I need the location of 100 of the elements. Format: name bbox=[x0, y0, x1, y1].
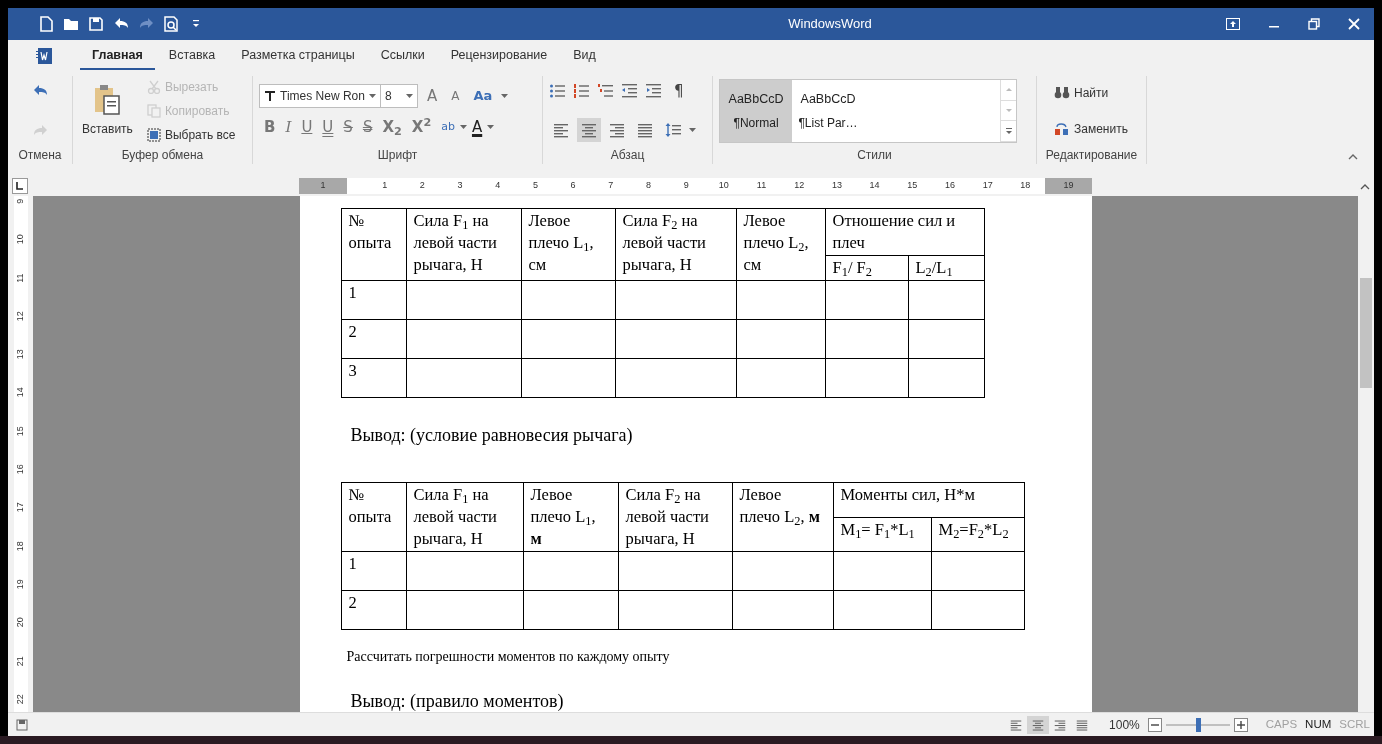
folder-icon[interactable] bbox=[63, 16, 79, 32]
bulleted-list-icon[interactable] bbox=[549, 83, 565, 99]
format-button[interactable]: ab bbox=[436, 116, 460, 138]
collapse-ribbon-icon[interactable] bbox=[1348, 154, 1358, 160]
copy-icon bbox=[146, 104, 161, 118]
format-button[interactable]: U bbox=[317, 116, 339, 138]
caret-icon[interactable] bbox=[689, 128, 696, 132]
ribbon-button[interactable]: Выбрать все bbox=[143, 125, 239, 145]
font-size-field[interactable]: 8 bbox=[380, 84, 418, 108]
paste-button[interactable]: Вставить bbox=[79, 83, 136, 139]
zoom-slider[interactable] bbox=[1195, 717, 1201, 732]
table-header-cell: Сила F$_{2}$ на левой части рычага, Н bbox=[618, 482, 732, 552]
table-header-cell: Сила F$_{2}$ на левой части рычага, Н bbox=[615, 208, 736, 281]
justify-icon bbox=[1076, 718, 1089, 731]
table-header-cell: Отношение сил и плеч bbox=[825, 208, 984, 256]
select-all-icon bbox=[146, 128, 161, 142]
table-header-cell: Левое плечо L$_{1}$, см bbox=[521, 208, 615, 281]
align-button[interactable] bbox=[577, 118, 601, 142]
caret-icon[interactable] bbox=[487, 125, 495, 129]
group-label: Буфер обмена bbox=[120, 147, 205, 164]
zoom-level: 100% bbox=[1109, 716, 1140, 734]
caret-icon[interactable] bbox=[459, 125, 467, 129]
table-header-cell: Сила F$_{1}$ на левой части рычага, Н bbox=[406, 482, 523, 552]
replace-icon bbox=[1054, 121, 1070, 137]
caret-icon[interactable] bbox=[501, 94, 509, 98]
vertical-ruler: 9 10 11 12 13 14 15 16 17 18 19 20 21 22 bbox=[13, 196, 28, 712]
status-indicator: SCRL bbox=[1338, 716, 1371, 732]
multilevel-list-icon[interactable] bbox=[597, 83, 613, 99]
table-header-cell: № опыта bbox=[341, 482, 406, 552]
group-label: Редактирование bbox=[1044, 147, 1139, 164]
font-size-button[interactable]: A bbox=[446, 85, 465, 107]
close-icon[interactable] bbox=[1348, 18, 1360, 30]
table-header-cell: № опыта bbox=[341, 208, 406, 281]
font-size-button[interactable]: A bbox=[422, 85, 443, 107]
status-indicator: NUM bbox=[1304, 716, 1333, 732]
ribbon-button[interactable]: Заменить bbox=[1051, 119, 1131, 139]
print-preview-icon[interactable] bbox=[163, 16, 179, 32]
format-button[interactable]: S bbox=[338, 116, 358, 138]
conclusion-text: Вывод: (условие равновесия рычага) bbox=[350, 425, 633, 445]
ribbon-tab[interactable]: Ссылки bbox=[368, 41, 437, 71]
numbered-list-icon[interactable] bbox=[573, 83, 589, 99]
align-button[interactable] bbox=[1027, 715, 1050, 734]
clipboard-icon bbox=[93, 84, 122, 116]
table-cell: 1 bbox=[341, 551, 406, 591]
style-option[interactable]: AaBbCcD ¶Normal bbox=[720, 80, 792, 142]
scroll-up-icon[interactable] bbox=[1360, 183, 1370, 190]
ribbon-tab[interactable]: Главная bbox=[80, 41, 155, 71]
format-button[interactable]: X$_{2}$ bbox=[377, 116, 407, 138]
new-document-icon[interactable] bbox=[38, 16, 54, 32]
save-icon[interactable] bbox=[88, 16, 104, 32]
font-size-button[interactable]: Aa bbox=[468, 85, 498, 107]
caret-icon[interactable] bbox=[406, 94, 413, 98]
format-button[interactable]: U bbox=[296, 116, 318, 138]
align-left-icon bbox=[1010, 718, 1023, 731]
restore-icon[interactable] bbox=[1308, 18, 1320, 30]
format-button[interactable]: A bbox=[466, 116, 488, 138]
instruction-text: Рассчитать погрешности моментов по каждому опыту bbox=[346, 649, 670, 664]
decrease-indent-icon[interactable] bbox=[621, 83, 637, 99]
group-label: Шрифт bbox=[376, 147, 419, 164]
show-marks-button[interactable]: ¶ bbox=[669, 80, 689, 102]
table-header-cell: M$_{2}$=F$_{2}$*L$_{2}$ bbox=[931, 517, 1024, 552]
align-right-icon bbox=[609, 122, 625, 138]
zoom-out-icon[interactable] bbox=[1147, 717, 1162, 732]
align-center-icon bbox=[1032, 718, 1045, 731]
table-header-cell: Моменты сил, Н*м bbox=[833, 482, 1024, 517]
group-label: Стили bbox=[856, 147, 893, 164]
format-button[interactable]: X$^{2}$ bbox=[406, 116, 437, 138]
conclusion-text: Вывод: (правило моментов) bbox=[350, 691, 564, 711]
increase-indent-icon[interactable] bbox=[645, 83, 661, 99]
table-header-cell: Левое плечо L$_{2}$, см bbox=[736, 208, 825, 281]
table-header-cell: L$_{2}$/L$_{1}$ bbox=[908, 255, 984, 281]
font-type-icon bbox=[264, 90, 276, 102]
ribbon-tab[interactable]: Вставка bbox=[156, 41, 228, 71]
table-header-cell: Левое плечо L$_{1}$, м bbox=[523, 482, 618, 552]
table-header-cell: F$_{1}$/ F$_{2}$ bbox=[825, 255, 908, 281]
align-right-icon bbox=[1054, 718, 1067, 731]
zoom-in-icon[interactable] bbox=[1233, 717, 1248, 732]
more-icon[interactable] bbox=[1004, 127, 1013, 136]
ribbon-tab[interactable]: Вид bbox=[561, 41, 608, 71]
ribbon-tab[interactable]: Разметка страницы bbox=[229, 41, 367, 71]
format-button[interactable]: I bbox=[280, 116, 297, 138]
window-title: WindowsWord bbox=[787, 15, 873, 34]
table-header-cell: M$_{1}$= F$_{1}$*L$_{1}$ bbox=[833, 517, 931, 552]
align-left-icon bbox=[553, 122, 569, 138]
ribbon-button[interactable]: Найти bbox=[1051, 83, 1131, 103]
table-cell: 2 bbox=[341, 590, 406, 630]
app-logo-icon bbox=[35, 47, 53, 65]
tab-selector-icon[interactable] bbox=[12, 178, 28, 194]
scissors-icon bbox=[146, 80, 161, 94]
ribbon-display-icon[interactable] bbox=[1226, 18, 1240, 30]
justify-icon bbox=[637, 122, 653, 138]
format-button[interactable]: S bbox=[357, 116, 378, 138]
align-center-icon bbox=[581, 122, 597, 138]
font-name-field[interactable]: Times New Ron bbox=[259, 84, 381, 108]
ribbon-tab[interactable]: Рецензирование bbox=[438, 41, 560, 71]
page-view-icon[interactable] bbox=[16, 718, 28, 731]
format-button[interactable]: B bbox=[259, 116, 281, 138]
horizontal-ruler: 1 1 2 3 4 5 6 7 8 9 10 11 12 13 14 15 16 17 18 19 bbox=[299, 178, 1092, 194]
caret-icon[interactable] bbox=[369, 94, 376, 98]
binoculars-icon bbox=[1054, 85, 1070, 101]
